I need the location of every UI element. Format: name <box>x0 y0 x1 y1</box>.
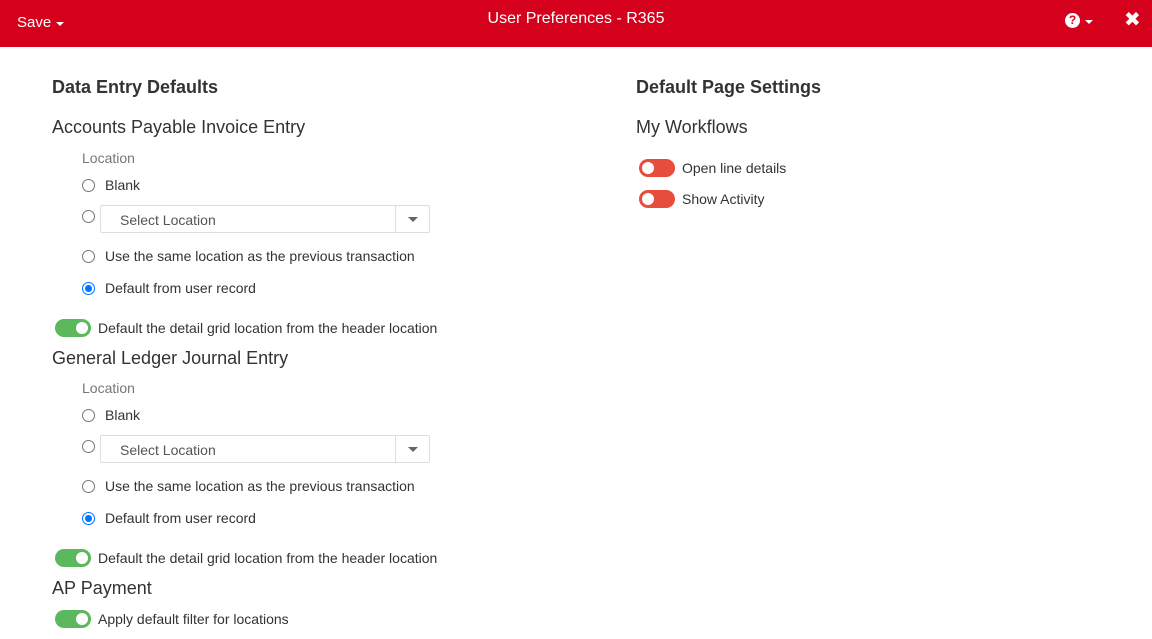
gl-location-blank-option[interactable]: Blank <box>82 407 140 423</box>
show-activity-label: Show Activity <box>682 191 765 207</box>
ap-location-blank-label: Blank <box>105 177 141 193</box>
ap-location-select-radio[interactable] <box>82 210 95 223</box>
toggle-knob <box>642 193 654 205</box>
help-dropdown-button[interactable]: ? <box>1065 13 1093 28</box>
toggle-knob <box>76 322 88 334</box>
ap-location-user-record-label: Default from user record <box>105 280 256 296</box>
gl-location-user-record-radio[interactable] <box>82 511 95 525</box>
toggle-knob <box>642 162 654 174</box>
show-activity-toggle-row[interactable]: Show Activity <box>639 190 764 208</box>
gl-location-previous-label: Use the same location as the previous tr… <box>105 478 415 494</box>
gl-location-select[interactable]: Select Location <box>100 435 430 463</box>
ap-location-previous-radio[interactable] <box>82 249 95 263</box>
top-bar: Save User Preferences - R365 ? ✖ <box>0 0 1152 47</box>
ap-location-user-record-option[interactable]: Default from user record <box>82 280 256 296</box>
open-line-details-toggle[interactable] <box>639 159 675 177</box>
show-activity-toggle[interactable] <box>639 190 675 208</box>
gl-location-select-placeholder: Select Location <box>120 442 216 458</box>
ap-location-select[interactable]: Select Location <box>100 205 430 233</box>
toggle-knob <box>76 552 88 564</box>
ap-location-user-record-radio[interactable] <box>82 281 95 295</box>
gl-location-select-radio[interactable] <box>82 440 95 453</box>
gl-location-label: Location <box>82 380 135 396</box>
gl-detail-grid-toggle-label: Default the detail grid location from th… <box>98 550 438 566</box>
ap-invoice-entry-heading: Accounts Payable Invoice Entry <box>52 117 306 137</box>
gl-location-user-record-option[interactable]: Default from user record <box>82 510 256 526</box>
help-icon: ? <box>1065 13 1080 28</box>
ap-detail-grid-toggle-row[interactable]: Default the detail grid location from th… <box>55 319 437 337</box>
gl-detail-grid-toggle[interactable] <box>55 549 91 567</box>
close-icon[interactable]: ✖ <box>1124 10 1141 30</box>
default-page-settings-heading: Default Page Settings <box>636 77 822 97</box>
data-entry-defaults-heading: Data Entry Defaults <box>52 77 219 97</box>
ap-location-previous-option[interactable]: Use the same location as the previous tr… <box>82 248 415 264</box>
ap-detail-grid-toggle[interactable] <box>55 319 91 337</box>
ap-payment-filter-toggle-label: Apply default filter for locations <box>98 611 289 627</box>
select-divider <box>395 206 396 232</box>
chevron-down-icon <box>408 447 418 452</box>
toggle-knob <box>76 613 88 625</box>
gl-location-previous-option[interactable]: Use the same location as the previous tr… <box>82 478 415 494</box>
gl-journal-entry-heading: General Ledger Journal Entry <box>52 348 289 368</box>
open-line-details-toggle-row[interactable]: Open line details <box>639 159 786 177</box>
ap-payment-heading: AP Payment <box>52 578 152 598</box>
gl-location-previous-radio[interactable] <box>82 479 95 493</box>
ap-location-blank-option[interactable]: Blank <box>82 177 140 193</box>
ap-location-blank-radio[interactable] <box>82 178 95 192</box>
gl-detail-grid-toggle-row[interactable]: Default the detail grid location from th… <box>55 549 437 567</box>
ap-location-select-placeholder: Select Location <box>120 212 216 228</box>
my-workflows-heading: My Workflows <box>636 117 748 137</box>
open-line-details-label: Open line details <box>682 160 787 176</box>
gl-location-blank-label: Blank <box>105 407 141 423</box>
gl-location-blank-radio[interactable] <box>82 408 95 422</box>
chevron-down-icon <box>408 217 418 222</box>
chevron-down-icon <box>1085 19 1093 24</box>
page-title: User Preferences - R365 <box>487 10 665 27</box>
select-divider <box>395 436 396 462</box>
ap-detail-grid-toggle-label: Default the detail grid location from th… <box>98 320 438 336</box>
ap-payment-filter-toggle-row[interactable]: Apply default filter for locations <box>55 610 289 628</box>
gl-location-user-record-label: Default from user record <box>105 510 256 526</box>
ap-location-label: Location <box>82 150 135 166</box>
ap-payment-filter-toggle[interactable] <box>55 610 91 628</box>
ap-location-previous-label: Use the same location as the previous tr… <box>105 248 415 264</box>
